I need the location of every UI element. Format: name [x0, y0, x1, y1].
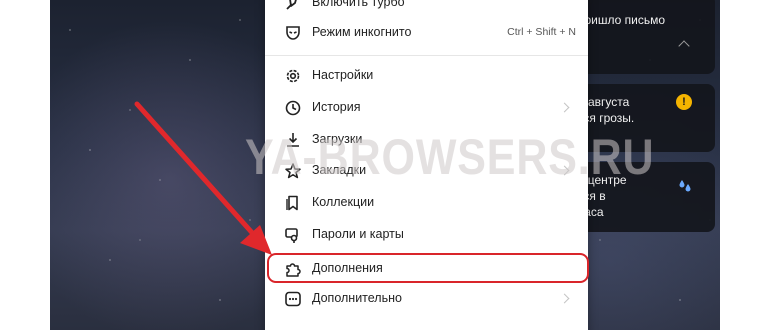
- browser-new-tab-background: пришло письмо 4 августа тся грозы. ! в ц…: [50, 0, 720, 330]
- red-pointer-arrow: [134, 101, 272, 255]
